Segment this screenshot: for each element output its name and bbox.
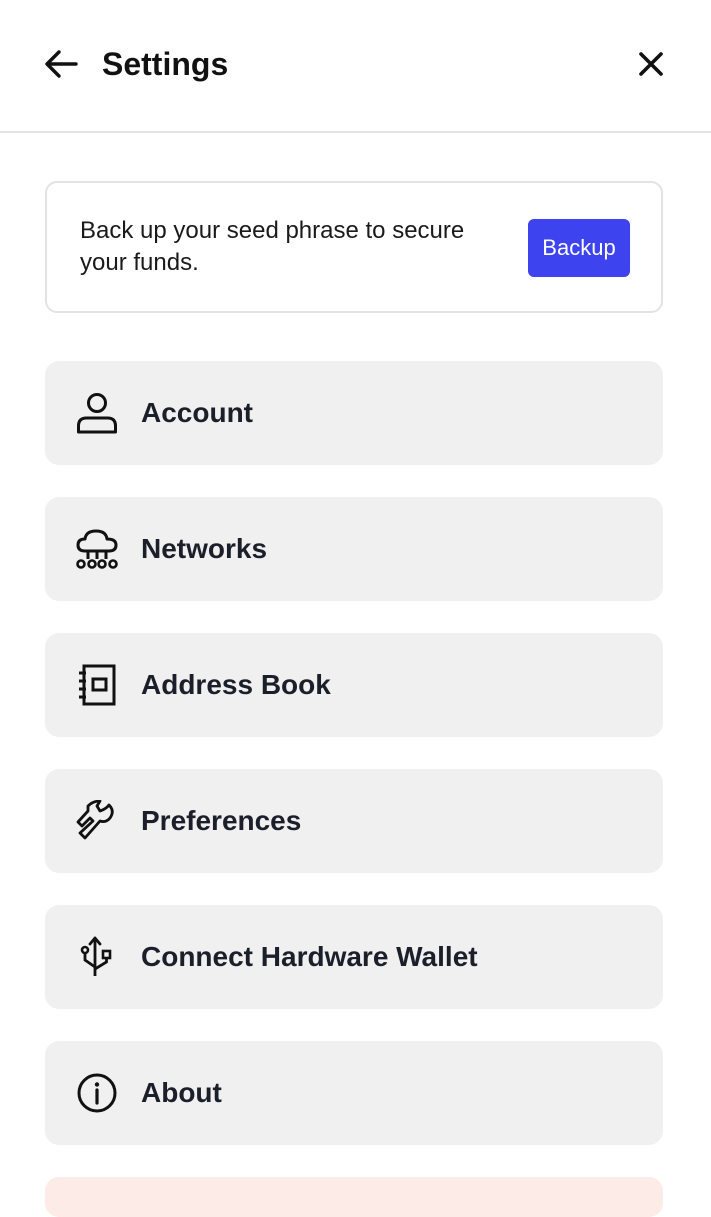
menu-item-about[interactable]: About (45, 1041, 663, 1145)
close-button[interactable] (630, 44, 672, 84)
page-title: Settings (102, 46, 229, 82)
address-book-icon (76, 664, 118, 706)
arrow-left-icon (43, 49, 79, 79)
back-button[interactable] (40, 44, 82, 84)
wrench-icon (76, 800, 118, 842)
menu-item-address-book[interactable]: Address Book (45, 633, 663, 737)
backup-reminder-card: Back up your seed phrase to secure your … (45, 181, 663, 313)
menu-item-label: About (141, 1077, 222, 1108)
menu-item-connect-hardware-wallet[interactable]: Connect Hardware Wallet (45, 905, 663, 1009)
info-icon (76, 1072, 118, 1114)
close-icon (638, 51, 664, 77)
cloud-network-icon (76, 528, 118, 570)
usb-icon (76, 936, 118, 978)
menu-item-partial-danger[interactable] (45, 1177, 663, 1217)
user-icon (76, 392, 118, 434)
menu-item-label: Account (141, 397, 253, 428)
menu-item-preferences[interactable]: Preferences (45, 769, 663, 873)
backup-message: Back up your seed phrase to secure your … (80, 217, 465, 276)
menu-item-label: Address Book (141, 669, 331, 700)
menu-item-label: Connect Hardware Wallet (141, 941, 478, 972)
settings-header: Settings (0, 0, 711, 133)
menu-item-networks[interactable]: Networks (45, 497, 663, 601)
menu-item-label: Networks (141, 533, 268, 564)
menu-item-account[interactable]: Account (45, 361, 663, 465)
menu-item-label: Preferences (141, 805, 302, 836)
backup-button[interactable]: Backup (528, 219, 630, 277)
